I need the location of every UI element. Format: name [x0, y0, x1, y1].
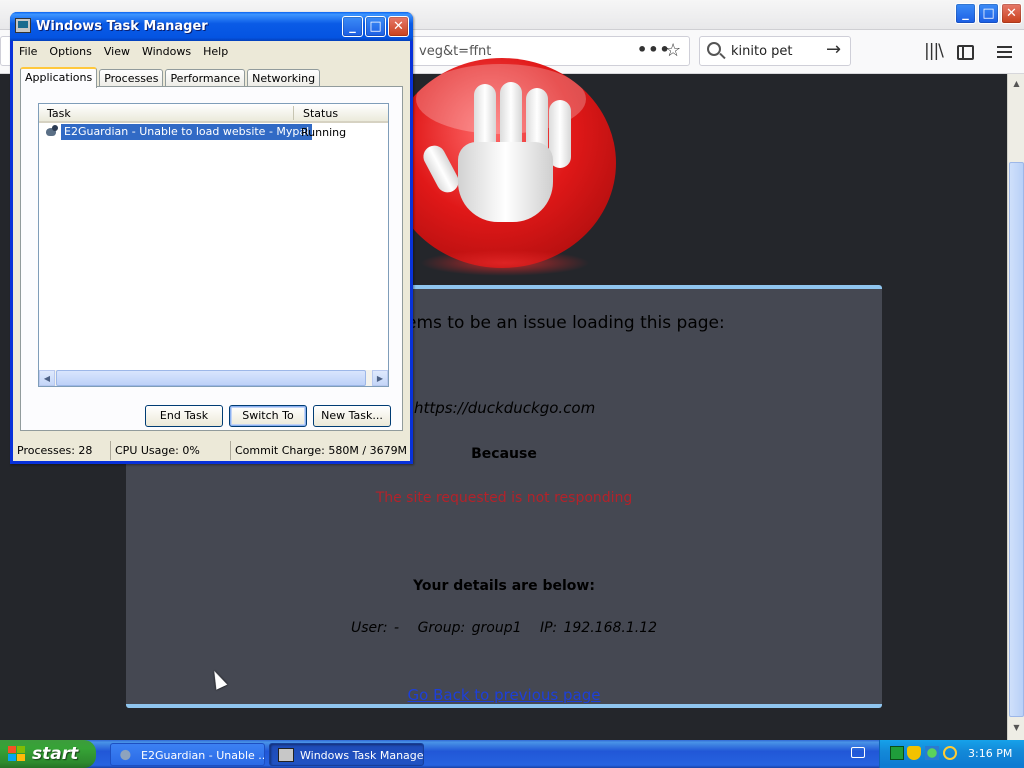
window-title: Windows Task Manager [36, 19, 208, 34]
new-task-button[interactable]: New Task... [313, 405, 391, 427]
clock: 3:16 PM [968, 747, 1013, 760]
end-task-button[interactable]: End Task [145, 405, 223, 427]
scroll-down-icon[interactable]: ▼ [1009, 720, 1024, 735]
sidebar-icon[interactable] [957, 45, 974, 60]
tab-applications[interactable]: Applications [20, 67, 98, 88]
network-icon[interactable] [925, 746, 939, 760]
task-manager-app-icon [278, 748, 294, 762]
applications-pane: Task Status E2Guardian - Unable to load … [20, 86, 403, 431]
column-header-task[interactable]: Task [47, 107, 71, 120]
stop-sign-glow [420, 250, 590, 276]
url-text[interactable]: veg&t=ffnt [419, 44, 491, 59]
menu-view[interactable]: View [98, 45, 136, 58]
search-tray-icon[interactable] [943, 746, 957, 760]
maximize-button[interactable]: □ [365, 16, 386, 37]
menu-file[interactable]: File [13, 45, 43, 58]
row-task-status: Running [301, 126, 347, 139]
cpu-usage: CPU Usage: 0% [111, 441, 231, 460]
library-icon[interactable]: |||\ [924, 41, 944, 61]
shield-icon[interactable] [907, 746, 921, 760]
menu-help[interactable]: Help [197, 45, 234, 58]
tab-performance[interactable]: Performance [165, 69, 246, 87]
horizontal-scroll-thumb[interactable] [56, 370, 366, 386]
green-app-icon[interactable] [890, 746, 904, 760]
search-icon [707, 42, 721, 56]
minimize-button[interactable]: _ [342, 16, 363, 37]
system-tray: 3:16 PM [879, 740, 1024, 768]
row-task-name[interactable]: E2Guardian - Unable to load website - My… [59, 123, 314, 141]
taskbar-item-task-manager[interactable]: Windows Task Manager [269, 743, 424, 766]
tab-strip: Applications Processes Performance Netwo… [20, 67, 322, 88]
user-details: User: - Group: group1 IP: 192.168.1.12 [126, 620, 882, 636]
user-value: User: - [350, 620, 400, 636]
keyboard-icon[interactable] [851, 747, 865, 758]
task-manager-titlebar[interactable]: Windows Task Manager _ □ ✕ [10, 12, 413, 41]
start-label: start [32, 744, 79, 764]
table-row[interactable]: E2Guardian - Unable to load website - My… [39, 123, 388, 141]
column-header-status[interactable]: Status [303, 107, 338, 120]
commit-charge: Commit Charge: 580M / 3679M [235, 444, 408, 457]
scroll-right-icon[interactable]: ▶ [372, 370, 388, 386]
menu-bar: File Options View Windows Help [13, 41, 410, 61]
search-bar[interactable]: kinito pet → [699, 36, 851, 66]
block-heading: ems to be an issue loading this page: [406, 313, 725, 333]
details-heading: Your details are below: [413, 578, 595, 594]
scroll-thumb[interactable] [1009, 162, 1024, 717]
menu-options[interactable]: Options [43, 45, 97, 58]
stop-hand-icon [419, 82, 571, 222]
task-manager-app-icon [15, 18, 31, 33]
go-back-link[interactable]: Go Back to previous page [126, 686, 882, 704]
menu-windows[interactable]: Windows [136, 45, 197, 58]
tab-processes[interactable]: Processes [99, 69, 164, 87]
e2guardian-app-icon [44, 125, 60, 139]
browser-close-button[interactable]: ✕ [1001, 3, 1022, 24]
taskbar-item-label: Windows Task Manager [300, 749, 424, 762]
browser-minimize-button[interactable]: _ [955, 3, 976, 24]
browser-maximize-button[interactable]: □ [978, 3, 999, 24]
taskbar-item-label: E2Guardian - Unable ... [141, 749, 265, 762]
taskbar: start E2Guardian - Unable ... Windows Ta… [0, 740, 1024, 768]
task-manager-window: Windows Task Manager _ □ ✕ File Options … [10, 12, 413, 464]
page-scrollbar[interactable]: ▲ ▼ [1007, 74, 1024, 740]
arrow-right-icon[interactable]: → [826, 39, 841, 60]
start-button[interactable]: start [0, 740, 96, 768]
group-value: Group: group1 [417, 620, 522, 636]
task-list[interactable]: Task Status E2Guardian - Unable to load … [38, 103, 389, 387]
scroll-left-icon[interactable]: ◀ [39, 370, 55, 386]
hamburger-menu-icon[interactable] [997, 46, 1012, 58]
processes-count: Processes: 28 [13, 441, 111, 460]
windows-logo-icon [8, 746, 26, 762]
task-list-header: Task Status [39, 104, 388, 123]
switch-to-button[interactable]: Switch To [229, 405, 307, 427]
status-bar: Processes: 28 CPU Usage: 0% Commit Charg… [13, 441, 410, 461]
close-button[interactable]: ✕ [388, 16, 409, 37]
block-reason: The site requested is not responding [375, 490, 633, 506]
blocked-url: https://duckduckgo.com [414, 399, 596, 417]
browser-window-controls: _ □ ✕ [955, 3, 1022, 24]
e2guardian-app-icon [119, 748, 135, 762]
search-input[interactable]: kinito pet [731, 44, 793, 59]
scroll-up-icon[interactable]: ▲ [1009, 76, 1024, 91]
ip-value: IP: 192.168.1.12 [540, 620, 658, 636]
task-manager-window-controls: _ □ ✕ [342, 16, 409, 37]
star-icon[interactable]: ☆ [665, 40, 681, 61]
taskbar-item-e2guardian[interactable]: E2Guardian - Unable ... [110, 743, 265, 766]
tab-networking[interactable]: Networking [247, 69, 321, 87]
horizontal-scrollbar[interactable]: ◀ ▶ [39, 370, 388, 386]
